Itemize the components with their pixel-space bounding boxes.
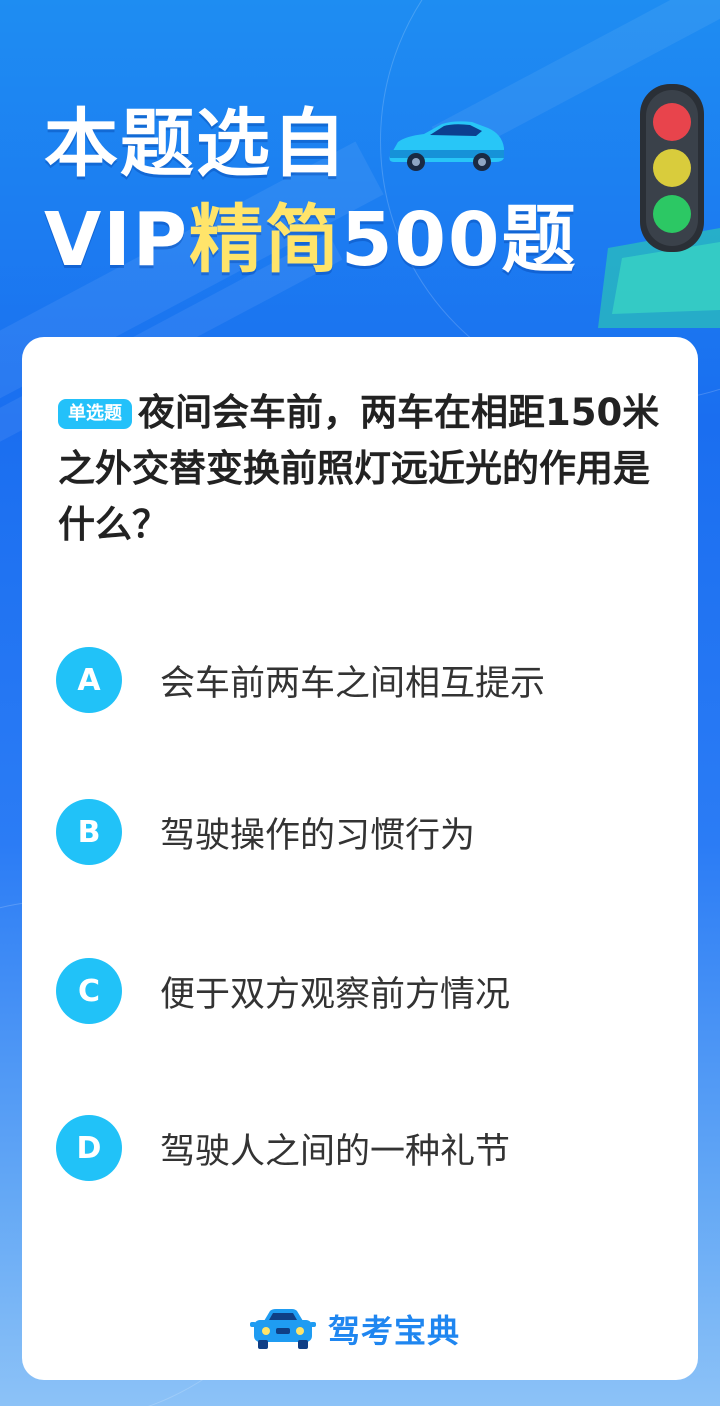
question-card: 单选题 夜间会车前，两车在相距150米之外交替变换前照灯远近光的作用是什么？ A … (22, 337, 698, 1380)
option-d-text: 驾驶人之间的一种礼节 (160, 1131, 511, 1172)
option-d[interactable]: D 驾驶人之间的一种礼节 (56, 1113, 676, 1183)
headline-vip: VIP (44, 197, 190, 283)
option-c[interactable]: C 便于双方观察前方情况 (56, 956, 676, 1026)
option-a-badge: A (56, 647, 122, 713)
brand-name: 驾考宝典 (328, 1312, 461, 1350)
option-b[interactable]: B 驾驶操作的习惯行为 (56, 797, 676, 867)
option-c-text: 便于双方观察前方情况 (160, 974, 511, 1015)
option-c-badge: C (56, 958, 122, 1024)
question-type-tag: 单选题 (58, 399, 132, 429)
option-a-text: 会车前两车之间相互提示 (160, 663, 546, 704)
option-a[interactable]: A 会车前两车之间相互提示 (56, 645, 676, 715)
car-logo-icon (250, 1309, 316, 1349)
headline-line2: VIP精简500题 (44, 194, 578, 286)
option-d-badge: D (56, 1115, 122, 1181)
option-b-text: 驾驶操作的习惯行为 (160, 815, 476, 856)
headline-count: 500题 (341, 197, 578, 283)
question-text: 夜间会车前，两车在相距150米之外交替变换前照灯远近光的作用是什么？ (58, 391, 660, 546)
headline-highlight: 精简 (189, 197, 342, 283)
car-icon (389, 121, 504, 171)
question: 单选题 夜间会车前，两车在相距150米之外交替变换前照灯远近光的作用是什么？ (58, 385, 678, 553)
traffic-light-icon (598, 84, 720, 328)
option-b-badge: B (56, 799, 122, 865)
brand-logo: 驾考宝典 (250, 1305, 460, 1353)
